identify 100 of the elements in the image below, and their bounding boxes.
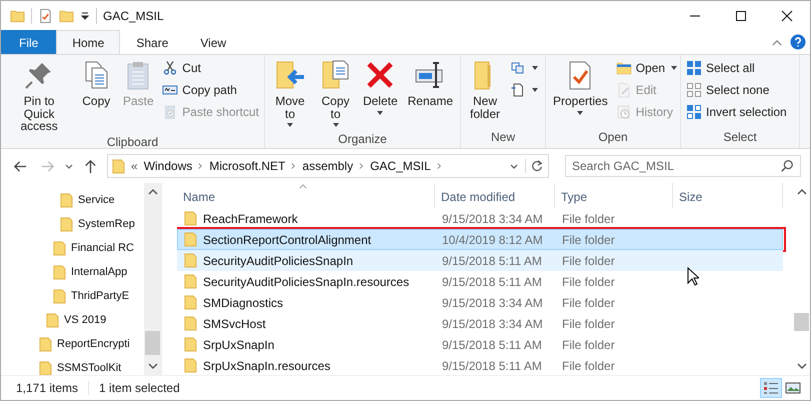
tree-item[interactable]: Service bbox=[78, 194, 115, 206]
file-name: ReachFramework bbox=[203, 212, 298, 226]
column-header[interactable]: Date modified bbox=[435, 183, 555, 208]
ribbon-button[interactable]: Properties bbox=[549, 57, 612, 120]
tree-item[interactable]: SystemRep bbox=[78, 218, 135, 230]
folder-icon bbox=[46, 312, 59, 328]
date-cell-text: 9/15/2018 3:34 AM bbox=[441, 296, 544, 310]
item-count: 1,171 items bbox=[16, 381, 80, 395]
breadcrumb[interactable]: Windows bbox=[144, 159, 192, 173]
group-label: Clipboard bbox=[106, 134, 160, 151]
file-row[interactable]: SectionReportControlAlignment 10/4/2019 8:12 AM File folder bbox=[177, 229, 783, 250]
chevron-icon[interactable] bbox=[436, 162, 442, 170]
tree-item[interactable]: SSMSToolKit bbox=[57, 362, 122, 374]
dropdown-icon[interactable] bbox=[80, 10, 90, 20]
date-cell-text: 9/15/2018 5:11 AM bbox=[441, 254, 543, 268]
refresh-icon[interactable] bbox=[525, 159, 544, 173]
ribbon-button[interactable]: Select none bbox=[684, 79, 789, 100]
file-row[interactable]: ReachFramework 9/15/2018 3:34 AM File folder bbox=[177, 208, 783, 229]
folder-documents-icon bbox=[320, 59, 352, 91]
folder-icon bbox=[184, 316, 197, 331]
ribbon-tab[interactable]: File bbox=[1, 30, 56, 54]
chevron-icon[interactable] bbox=[359, 162, 364, 170]
file-row[interactable]: SrpUxSnapIn 9/15/2018 5:11 AM File folder bbox=[177, 334, 783, 355]
date-cell-text: 10/4/2019 8:12 AM bbox=[441, 232, 544, 246]
search-icon bbox=[780, 159, 794, 173]
folder-icon bbox=[184, 358, 197, 373]
file-name: SecurityAuditPoliciesSnapIn.resources bbox=[203, 274, 410, 288]
ribbon-button[interactable]: Copy bbox=[76, 57, 116, 110]
chevron-icon[interactable] bbox=[198, 162, 204, 170]
ribbon-button[interactable]: Invert selection bbox=[684, 101, 789, 122]
scrollbar-thumb[interactable] bbox=[794, 313, 809, 331]
date-cell-text: 9/15/2018 3:34 AM bbox=[441, 316, 544, 330]
file-name: SecurityAuditPoliciesSnapIn bbox=[203, 254, 354, 268]
file-row[interactable]: SMDiagnostics 9/15/2018 3:34 AM File folder bbox=[177, 292, 783, 313]
ribbon-tab[interactable]: Home bbox=[56, 30, 120, 54]
column-header[interactable]: Size bbox=[673, 183, 783, 208]
ribbon-button[interactable]: Cut bbox=[160, 57, 261, 78]
type-cell-text: File folder bbox=[561, 316, 616, 330]
folder-arrow-icon bbox=[274, 59, 306, 91]
folder-icon bbox=[184, 232, 197, 247]
folder-icon bbox=[184, 295, 197, 310]
search-field[interactable]: Search GAC_MSIL bbox=[565, 155, 801, 177]
collapse-icon[interactable] bbox=[772, 38, 782, 46]
group-label: Open bbox=[597, 130, 629, 146]
column-header[interactable]: Name bbox=[177, 183, 435, 208]
ribbon-button[interactable]: Select all bbox=[684, 57, 789, 78]
file-name: SMSvcHost bbox=[203, 316, 266, 330]
folder-icon bbox=[184, 337, 197, 352]
ribbon-button[interactable]: Move to bbox=[268, 57, 312, 132]
date-cell-text: 9/15/2018 5:11 AM bbox=[441, 358, 543, 372]
grid-icon bbox=[686, 60, 702, 76]
address-bar[interactable]: « Windows Microsoft.NET assembly GAC_MSIL bbox=[107, 154, 549, 178]
grid-icon bbox=[686, 82, 702, 98]
file-row[interactable]: SecurityAuditPoliciesSnapIn 9/15/2018 5:11 AM File folder bbox=[177, 250, 783, 271]
help-icon[interactable] bbox=[790, 34, 806, 50]
scrollbar-thumb[interactable] bbox=[145, 331, 160, 355]
overflow-chevron[interactable]: « bbox=[131, 159, 138, 173]
folder-icon bbox=[112, 158, 125, 174]
tree-item[interactable]: ReportEncrypti bbox=[57, 338, 130, 350]
ribbon-button[interactable]: Open bbox=[614, 57, 682, 78]
document-icon bbox=[510, 82, 526, 98]
folder-icon bbox=[53, 288, 66, 304]
ribbon-button[interactable]: Rename bbox=[404, 57, 457, 110]
ribbon-button[interactable]: Pin to Quick access bbox=[4, 57, 74, 135]
file-row[interactable]: SecurityAuditPoliciesSnapIn.resources 9/15/2018 5:11 AM File folder bbox=[177, 271, 783, 292]
ribbon-button[interactable]: Copy to bbox=[314, 57, 357, 132]
folder-icon bbox=[53, 264, 66, 280]
chevron-icon[interactable] bbox=[291, 162, 296, 170]
edit-icon bbox=[616, 82, 632, 98]
date-cell-text: 9/15/2018 5:11 AM bbox=[441, 338, 543, 352]
file-row[interactable]: SMSvcHost 9/15/2018 3:34 AM File folder bbox=[177, 313, 783, 334]
properties-icon[interactable] bbox=[38, 8, 53, 24]
ribbon-button[interactable]: Delete bbox=[358, 57, 402, 120]
tree-item[interactable]: InternalApp bbox=[71, 266, 128, 278]
ribbon-button[interactable]: Copy path bbox=[160, 79, 261, 100]
scrollbar[interactable] bbox=[144, 183, 161, 375]
details-view-button[interactable] bbox=[760, 378, 782, 398]
folder-icon bbox=[184, 274, 197, 289]
breadcrumb[interactable]: GAC_MSIL bbox=[370, 159, 431, 173]
tree-item[interactable]: ThridPartyE bbox=[71, 290, 130, 302]
type-cell-text: File folder bbox=[561, 358, 616, 372]
file-row[interactable]: SrpUxSnapIn.resources 9/15/2018 5:11 AM File folder bbox=[177, 355, 783, 375]
tree-item[interactable]: VS 2019 bbox=[64, 314, 106, 326]
breadcrumb[interactable]: assembly bbox=[302, 159, 354, 173]
type-cell-text: File folder bbox=[561, 296, 616, 310]
folder-icon bbox=[184, 211, 197, 226]
sort-ascending-icon bbox=[299, 184, 307, 189]
ribbon-button[interactable]: New folder bbox=[464, 57, 506, 122]
date-cell-text: 9/15/2018 3:34 AM bbox=[441, 212, 544, 226]
file-name: SMDiagnostics bbox=[203, 296, 284, 310]
breadcrumb[interactable]: Microsoft.NET bbox=[209, 159, 286, 173]
tree-item[interactable]: Financial RC bbox=[71, 242, 134, 254]
group-label: New bbox=[490, 130, 516, 146]
column-header[interactable]: Type bbox=[555, 183, 673, 208]
folder-icon bbox=[39, 360, 52, 376]
folder-icon bbox=[60, 216, 73, 232]
history-icon bbox=[616, 104, 632, 120]
folder-icon bbox=[184, 253, 197, 268]
type-cell-text: File folder bbox=[561, 338, 616, 352]
window-title: GAC_MSIL bbox=[103, 8, 164, 22]
